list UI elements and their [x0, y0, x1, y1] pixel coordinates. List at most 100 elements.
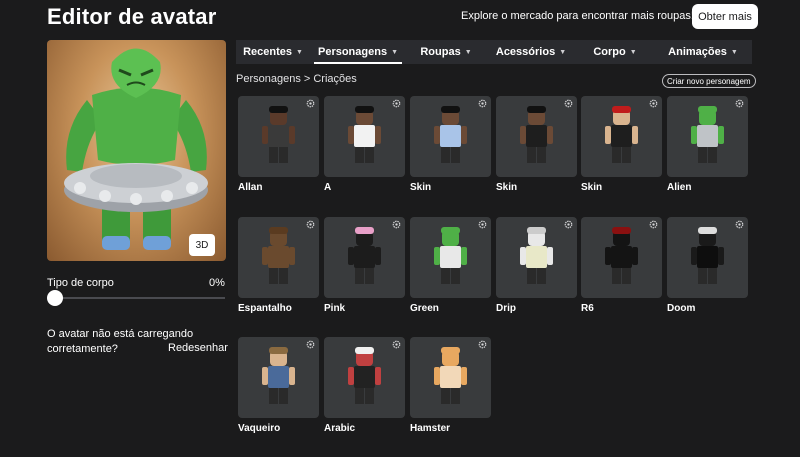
character-figure	[348, 227, 381, 284]
character-card[interactable]: Allan	[238, 96, 319, 193]
character-figure	[348, 106, 381, 163]
character-thumbnail[interactable]	[238, 96, 319, 177]
character-thumbnail[interactable]	[496, 217, 577, 298]
gear-icon[interactable]	[306, 99, 315, 108]
character-thumbnail[interactable]	[238, 337, 319, 418]
character-figure	[262, 106, 295, 163]
gear-icon[interactable]	[392, 220, 401, 229]
character-thumbnail[interactable]	[496, 96, 577, 177]
get-more-button[interactable]: Obter mais	[692, 4, 758, 29]
character-thumbnail[interactable]	[410, 217, 491, 298]
character-card[interactable]: Drip	[496, 217, 577, 314]
marketplace-promo-text: Explore o mercado para encontrar mais ro…	[461, 10, 694, 22]
tab-recentes[interactable]: Recentes ▼	[236, 40, 310, 64]
character-name: A	[324, 182, 332, 193]
tab-label: Recentes	[243, 46, 292, 58]
character-card[interactable]: Skin	[410, 96, 491, 193]
body-type-value: 0%	[209, 277, 225, 289]
character-figure	[262, 227, 295, 284]
character-name: Drip	[496, 303, 516, 314]
character-name: Skin	[410, 182, 432, 193]
character-card[interactable]: Green	[410, 217, 491, 314]
character-thumbnail[interactable]	[667, 96, 748, 177]
character-card[interactable]: R6	[581, 217, 662, 314]
gear-icon[interactable]	[392, 340, 401, 349]
character-card[interactable]: Espantalho	[238, 217, 319, 314]
character-figure	[520, 106, 553, 163]
character-figure	[605, 227, 638, 284]
tab-roupas[interactable]: Roupas ▼	[406, 40, 486, 64]
character-name: Green	[410, 303, 439, 314]
body-type-slider-thumb[interactable]	[47, 290, 63, 306]
character-figure	[605, 106, 638, 163]
character-name: Doom	[667, 303, 696, 314]
create-character-button[interactable]: Criar novo personagem	[662, 74, 756, 88]
tab-corpo[interactable]: Corpo ▼	[576, 40, 654, 64]
character-name: Allan	[238, 182, 263, 193]
tab-animacoes[interactable]: Animações ▼	[654, 40, 752, 64]
character-figure	[262, 347, 295, 404]
tab-acessorios[interactable]: Acessórios ▼	[486, 40, 576, 64]
character-thumbnail[interactable]	[324, 337, 405, 418]
gear-icon[interactable]	[478, 220, 487, 229]
tab-personagens[interactable]: Personagens ▼	[310, 40, 406, 64]
gear-icon[interactable]	[478, 99, 487, 108]
chevron-down-icon: ▼	[391, 48, 399, 56]
chevron-down-icon: ▼	[295, 48, 303, 56]
chevron-down-icon: ▼	[559, 48, 567, 56]
character-card[interactable]: Pink	[324, 217, 405, 314]
tab-label: Acessórios	[495, 46, 556, 58]
character-figure	[691, 227, 724, 284]
tab-label: Personagens	[317, 46, 388, 58]
tab-label: Animações	[668, 46, 727, 58]
character-name: Alien	[667, 182, 692, 193]
character-card[interactable]: Skin	[496, 96, 577, 193]
tab-label: Corpo	[593, 46, 626, 58]
character-thumbnail[interactable]	[581, 96, 662, 177]
character-card[interactable]: Hamster	[410, 337, 491, 434]
gear-icon[interactable]	[649, 220, 658, 229]
character-name: Hamster	[410, 423, 451, 434]
gear-icon[interactable]	[649, 99, 658, 108]
character-thumbnail[interactable]	[238, 217, 319, 298]
redraw-link[interactable]: Redesenhar	[168, 342, 228, 354]
character-thumbnail[interactable]	[410, 96, 491, 177]
character-name: Espantalho	[238, 303, 292, 314]
character-name: Skin	[581, 182, 603, 193]
character-thumbnail[interactable]	[581, 217, 662, 298]
character-figure	[520, 227, 553, 284]
character-thumbnail[interactable]	[410, 337, 491, 418]
gear-icon[interactable]	[564, 220, 573, 229]
character-card[interactable]: Doom	[667, 217, 748, 314]
character-card[interactable]: Skin	[581, 96, 662, 193]
body-type-slider-track[interactable]	[55, 297, 225, 299]
chevron-down-icon: ▼	[730, 48, 738, 56]
gear-icon[interactable]	[735, 220, 744, 229]
character-thumbnail[interactable]	[667, 217, 748, 298]
gear-icon[interactable]	[478, 340, 487, 349]
character-name: Pink	[324, 303, 346, 314]
character-thumbnail[interactable]	[324, 96, 405, 177]
gear-icon[interactable]	[306, 340, 315, 349]
gear-icon[interactable]	[564, 99, 573, 108]
alien-avatar-figure	[64, 48, 208, 250]
view-3d-toggle[interactable]: 3D	[189, 234, 215, 256]
character-card[interactable]: Arabic	[324, 337, 405, 434]
character-card[interactable]: Alien	[667, 96, 748, 193]
character-card[interactable]: A	[324, 96, 405, 193]
breadcrumb[interactable]: Personagens > Criações	[236, 73, 357, 85]
gear-icon[interactable]	[306, 220, 315, 229]
gear-icon[interactable]	[735, 99, 744, 108]
character-card[interactable]: Vaqueiro	[238, 337, 319, 434]
chevron-down-icon: ▼	[464, 48, 472, 56]
character-figure	[348, 347, 381, 404]
gear-icon[interactable]	[392, 99, 401, 108]
body-type-label: Tipo de corpo	[47, 277, 114, 289]
character-thumbnail[interactable]	[324, 217, 405, 298]
page-title: Editor de avatar	[47, 4, 217, 29]
avatar-preview[interactable]	[47, 40, 226, 261]
character-figure	[691, 106, 724, 163]
character-figure	[434, 106, 467, 163]
chevron-down-icon: ▼	[629, 48, 637, 56]
category-tabs: Recentes ▼ Personagens ▼ Roupas ▼ Acessório…	[236, 40, 752, 64]
